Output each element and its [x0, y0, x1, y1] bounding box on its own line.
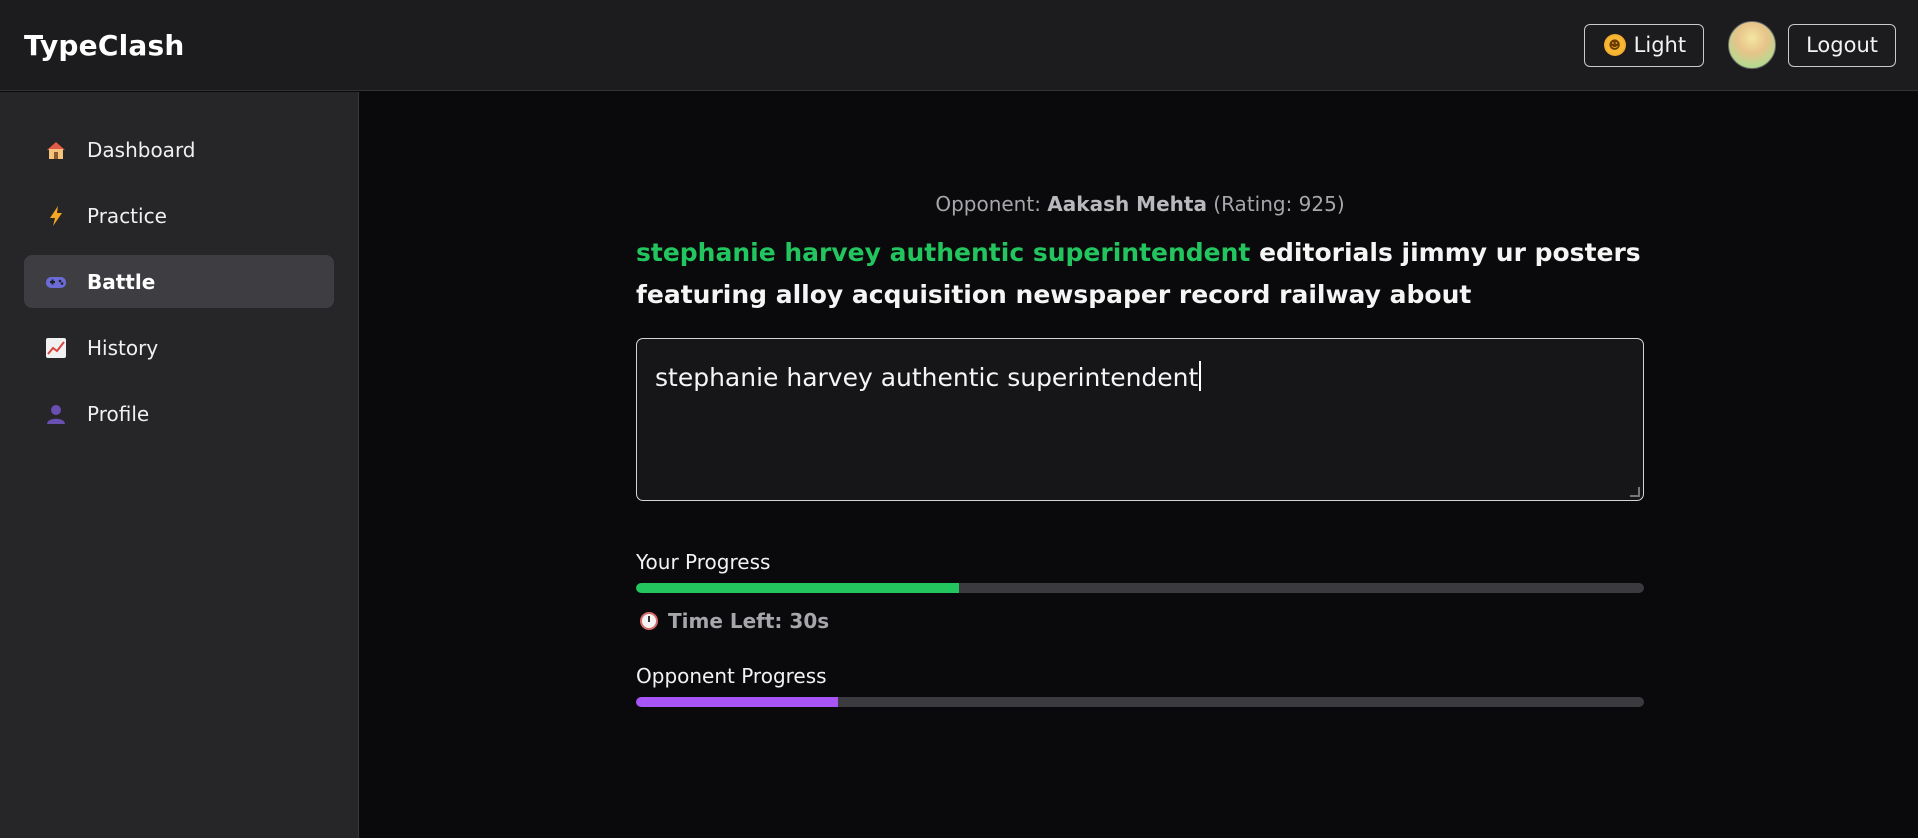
opponent-progress-label: Opponent Progress: [636, 664, 827, 688]
stopwatch-icon: [640, 612, 658, 630]
sidebar-item-history[interactable]: History: [24, 321, 334, 374]
user-icon: [44, 402, 68, 426]
sidebar: Dashboard Practice Battle History Profil…: [0, 92, 359, 838]
sidebar-item-label: Profile: [87, 401, 150, 426]
typing-input-value: stephanie harvey authentic superintenden…: [655, 363, 1199, 392]
typing-passage: stephanie harvey authentic superintenden…: [636, 232, 1644, 316]
main-content: Opponent: Aakash Mehta (Rating: 925) ste…: [360, 92, 1918, 838]
sidebar-item-profile[interactable]: Profile: [24, 387, 334, 440]
sun-icon: ☻: [1603, 34, 1626, 56]
your-progress-fill: [636, 583, 959, 593]
sidebar-item-label: Practice: [87, 203, 167, 228]
app-title: TypeClash: [24, 28, 185, 62]
sidebar-item-practice[interactable]: Practice: [24, 189, 334, 242]
passage-typed-text: stephanie harvey authentic superintenden…: [636, 238, 1251, 267]
header-actions: ☻ Light Logout: [1583, 21, 1896, 69]
logout-button[interactable]: Logout: [1788, 23, 1896, 67]
avatar[interactable]: [1728, 21, 1777, 69]
opponent-name: Aakash Mehta: [1047, 192, 1207, 216]
text-caret: [1199, 361, 1202, 391]
your-progress-label: Your Progress: [636, 550, 771, 574]
opponent-info: Opponent: Aakash Mehta (Rating: 925): [636, 192, 1644, 216]
house-icon: [44, 138, 68, 162]
typing-input[interactable]: stephanie harvey authentic superintenden…: [636, 338, 1644, 501]
your-progress-bar: [636, 583, 1644, 593]
theme-toggle-label: Light: [1633, 33, 1687, 57]
theme-toggle-button[interactable]: ☻ Light: [1583, 23, 1705, 67]
chart-icon: [44, 336, 68, 360]
sidebar-item-label: Dashboard: [87, 137, 196, 162]
sidebar-item-label: Battle: [87, 269, 156, 294]
opponent-rating: (Rating: 925): [1213, 192, 1345, 216]
resize-handle-icon[interactable]: [1630, 487, 1640, 497]
time-left: Time Left: 30s: [640, 609, 829, 633]
sidebar-item-dashboard[interactable]: Dashboard: [24, 123, 334, 176]
opponent-prefix: Opponent:: [935, 192, 1048, 216]
sidebar-item-battle[interactable]: Battle: [24, 255, 334, 308]
opponent-progress-fill: [636, 697, 838, 707]
time-left-label: Time Left: 30s: [668, 609, 830, 633]
top-bar: TypeClash ☻ Light Logout: [0, 0, 1918, 91]
gamepad-icon: [44, 270, 68, 294]
lightning-icon: [44, 204, 68, 228]
opponent-progress-bar: [636, 697, 1644, 707]
sidebar-item-label: History: [87, 335, 159, 360]
